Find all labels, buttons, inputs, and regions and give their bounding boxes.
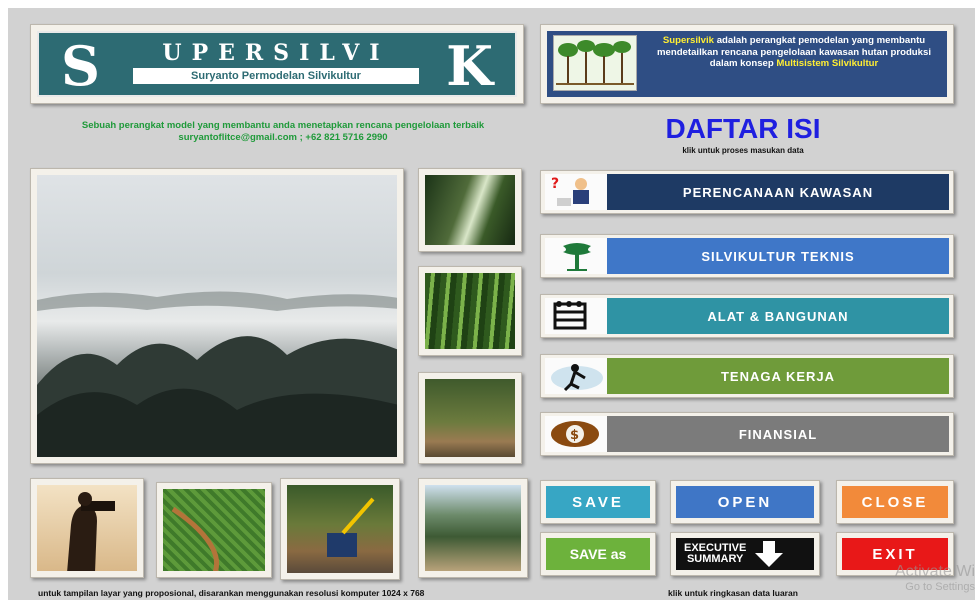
svg-text:?: ? — [551, 176, 559, 192]
menu-label: TENAGA KERJA — [607, 358, 949, 394]
planner-person-icon: ? — [545, 174, 609, 210]
save-button[interactable]: SAVE — [540, 480, 656, 524]
save-button-label: SAVE — [546, 486, 650, 518]
menu-finansial[interactable]: $ FINANSIAL — [540, 412, 954, 456]
harvest-machinery-photo — [280, 478, 400, 580]
watermark-line2: Go to Settings — [905, 581, 975, 593]
executive-label-line2: SUMMARY — [686, 553, 744, 565]
resolution-note: untuk tampilan layar yang proposional, d… — [38, 588, 425, 598]
logo-subtitle: Suryanto Permodelan Silvikultur — [133, 68, 419, 84]
menu-label: FINANSIAL — [607, 416, 949, 452]
tagline: Sebuah perangkat model yang membantu and… — [48, 120, 518, 144]
toc-title: DAFTAR ISI — [665, 113, 821, 144]
menu-label: SILVIKULTUR TEKNIS — [607, 238, 949, 274]
menu-label: PERENCANAAN KAWASAN — [607, 174, 949, 210]
logo-word: UPERSILVI — [162, 40, 390, 66]
arrow-down-icon — [755, 541, 784, 567]
open-button[interactable]: OPEN — [670, 480, 820, 524]
contact-info: suryantoflitce@gmail.com ; +62 821 5716 … — [178, 132, 388, 143]
toc-subtitle: klik untuk proses masukan data — [682, 146, 804, 155]
activate-windows-watermark: Activate Wi Go to Settings — [894, 563, 975, 594]
summary-hint: klik untuk ringkasan data luaran — [668, 588, 798, 598]
logo-letter-s: S — [61, 34, 100, 97]
executive-summary-face: EXECUTIVE SUMMARY — [676, 538, 814, 570]
app-logo: S UPERSILVI Suryanto Permodelan Silvikul… — [30, 24, 524, 104]
photographer-photo — [30, 478, 144, 578]
forest-sunlight-photo — [418, 168, 522, 252]
main-forest-photo — [30, 168, 404, 464]
tree-icon — [545, 238, 609, 274]
menu-silvikultur-teknis[interactable]: SILVIKULTUR TEKNIS — [540, 234, 954, 278]
forest-diagram-image — [553, 35, 637, 91]
executive-summary-button[interactable]: EXECUTIVE SUMMARY — [670, 532, 820, 576]
menu-perencanaan-kawasan[interactable]: ? PERENCANAAN KAWASAN — [540, 170, 954, 214]
tall-trees-photo — [418, 266, 522, 356]
money-icon: $ — [545, 416, 609, 452]
menu-label: ALAT & BANGUNAN — [607, 298, 949, 334]
watermark-line1: Activate Wi — [894, 563, 975, 580]
menu-tenaga-kerja[interactable]: TENAGA KERJA — [540, 354, 954, 398]
svg-text:$: $ — [570, 428, 579, 443]
menu-alat-bangunan[interactable]: ALAT & BANGUNAN — [540, 294, 954, 338]
logging-site-photo — [418, 372, 522, 464]
plantation-aerial-photo — [156, 482, 272, 578]
logo-letter-k: K — [446, 34, 493, 97]
close-button-label: CLOSE — [842, 486, 948, 518]
close-button[interactable]: CLOSE — [836, 480, 954, 524]
building-icon — [545, 298, 609, 334]
description-panel: Supersilvik adalah perangkat pemodelan y… — [540, 24, 954, 104]
save-as-button[interactable]: SAVE as — [540, 532, 656, 576]
log-truck-road-photo — [418, 478, 528, 578]
worker-icon — [545, 358, 609, 394]
tagline-line1: Sebuah perangkat model yang membantu and… — [81, 120, 485, 131]
open-button-label: OPEN — [676, 486, 814, 518]
description-text: Supersilvik adalah perangkat pemodelan y… — [656, 35, 932, 69]
save-as-button-label: SAVE as — [546, 538, 650, 570]
main-canvas: S UPERSILVI Suryanto Permodelan Silvikul… — [8, 8, 975, 600]
